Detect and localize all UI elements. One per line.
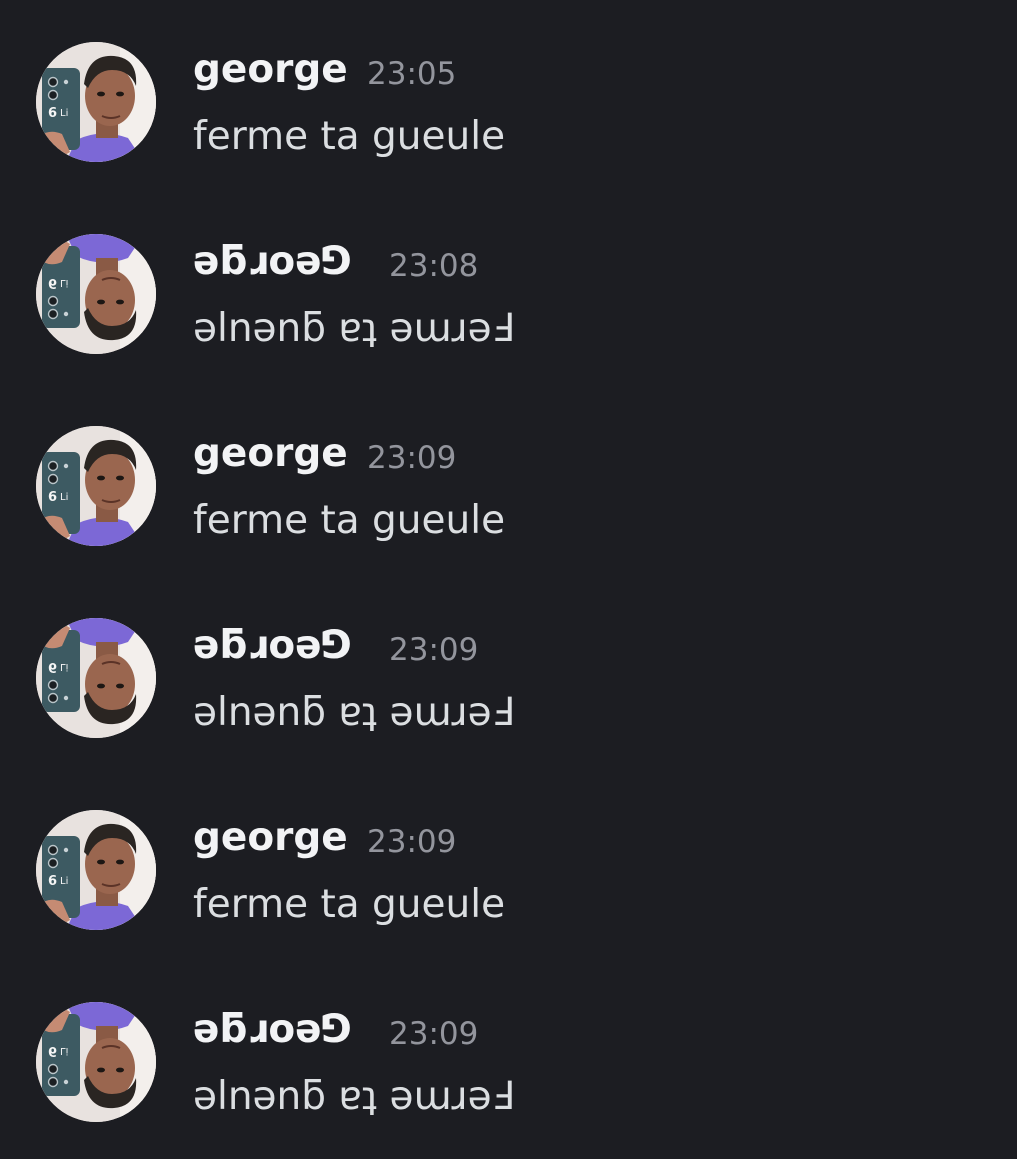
message-author[interactable]: george — [193, 48, 348, 92]
user-avatar-photo — [36, 234, 156, 354]
message-timestamp: 23:09 — [389, 1016, 479, 1052]
message-item[interactable]: ǝƃɹoǝ⅁ 23:09 ǝlnǝnƃ ɐʇ ǝɯɹǝℲ — [0, 618, 1017, 768]
message-author[interactable]: george — [193, 432, 348, 476]
user-avatar-photo — [36, 42, 156, 162]
user-avatar-photo — [36, 426, 156, 546]
message-timestamp: 23:09 — [389, 632, 479, 668]
message-timestamp: 23:09 — [367, 824, 457, 860]
message-author[interactable]: ǝƃɹoǝ⅁ — [193, 240, 352, 284]
message-text: ferme ta gueule — [193, 498, 506, 543]
user-avatar[interactable] — [36, 234, 156, 354]
message-item[interactable]: george 23:05 ferme ta gueule — [0, 42, 1017, 192]
user-avatar[interactable] — [36, 810, 156, 930]
message-text: ǝlnǝnƃ ɐʇ ǝɯɹǝℲ — [193, 690, 515, 735]
message-timestamp: 23:05 — [367, 56, 457, 92]
message-timestamp: 23:09 — [367, 440, 457, 476]
message-item[interactable]: george 23:09 ferme ta gueule — [0, 426, 1017, 576]
message-item[interactable]: ǝƃɹoǝ⅁ 23:09 ǝlnǝnƃ ɐʇ ǝɯɹǝℲ — [0, 1002, 1017, 1152]
user-avatar[interactable] — [36, 426, 156, 546]
user-avatar-photo — [36, 810, 156, 930]
user-avatar[interactable] — [36, 618, 156, 738]
message-author[interactable]: ǝƃɹoǝ⅁ — [193, 624, 352, 668]
message-author[interactable]: george — [193, 816, 348, 860]
user-avatar-photo — [36, 618, 156, 738]
message-timestamp: 23:08 — [389, 248, 479, 284]
message-text: ferme ta gueule — [193, 114, 506, 159]
user-avatar[interactable] — [36, 1002, 156, 1122]
user-avatar[interactable] — [36, 42, 156, 162]
message-list: george 23:05 ferme ta gueule ǝƃɹoǝ⅁ 23:0… — [0, 0, 1017, 1159]
user-avatar-photo — [36, 1002, 156, 1122]
message-text: ǝlnǝnƃ ɐʇ ǝɯɹǝℲ — [193, 1074, 515, 1119]
message-author[interactable]: ǝƃɹoǝ⅁ — [193, 1008, 352, 1052]
message-text: ferme ta gueule — [193, 882, 506, 927]
message-item[interactable]: ǝƃɹoǝ⅁ 23:08 ǝlnǝnƃ ɐʇ ǝɯɹǝℲ — [0, 234, 1017, 384]
message-text: ǝlnǝnƃ ɐʇ ǝɯɹǝℲ — [193, 306, 515, 351]
message-item[interactable]: george 23:09 ferme ta gueule — [0, 810, 1017, 960]
